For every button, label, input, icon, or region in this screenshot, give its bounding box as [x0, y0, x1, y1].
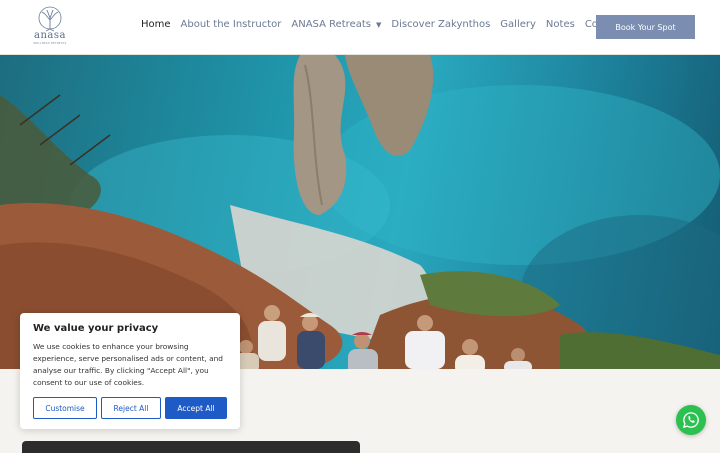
customise-button[interactable]: Customise — [33, 397, 97, 419]
nav-item-retreats[interactable]: ANASA Retreats ▼ — [291, 19, 381, 30]
nav-item-home[interactable]: Home — [141, 19, 171, 30]
site-header: anasa WELLNESS RETREATS Home About the I… — [0, 0, 720, 55]
nav-item-gallery[interactable]: Gallery — [500, 19, 536, 30]
cookie-description: We use cookies to enhance your browsing … — [33, 342, 224, 387]
nav-link-gallery[interactable]: Gallery — [500, 19, 536, 30]
reject-all-button[interactable]: Reject All — [101, 397, 161, 419]
nav-link-retreats[interactable]: ANASA Retreats — [291, 19, 371, 30]
main-nav: Home About the Instructor ANASA Retreats… — [141, 19, 634, 30]
section-strip — [22, 441, 360, 453]
nav-link-about-instructor[interactable]: About the Instructor — [181, 19, 282, 30]
chevron-down-icon[interactable]: ▼ — [376, 21, 381, 29]
nav-link-discover-zakynthos[interactable]: Discover Zakynthos — [391, 19, 490, 30]
nav-item-about-instructor[interactable]: About the Instructor — [181, 19, 282, 30]
nav-item-notes[interactable]: Notes — [546, 19, 575, 30]
cookie-consent-banner: We value your privacy We use cookies to … — [20, 313, 240, 429]
logo-wordmark: anasa — [34, 30, 66, 41]
nav-link-home[interactable]: Home — [141, 19, 171, 30]
book-your-spot-button[interactable]: Book Your Spot — [596, 15, 695, 39]
nav-link-notes[interactable]: Notes — [546, 19, 575, 30]
cookie-title: We value your privacy — [33, 323, 159, 334]
accept-all-button[interactable]: Accept All — [165, 397, 227, 419]
whatsapp-icon — [682, 412, 699, 429]
nav-item-discover-zakynthos[interactable]: Discover Zakynthos — [391, 19, 490, 30]
whatsapp-chat-button[interactable] — [676, 405, 706, 435]
logo-tagline: WELLNESS RETREATS — [33, 42, 67, 45]
